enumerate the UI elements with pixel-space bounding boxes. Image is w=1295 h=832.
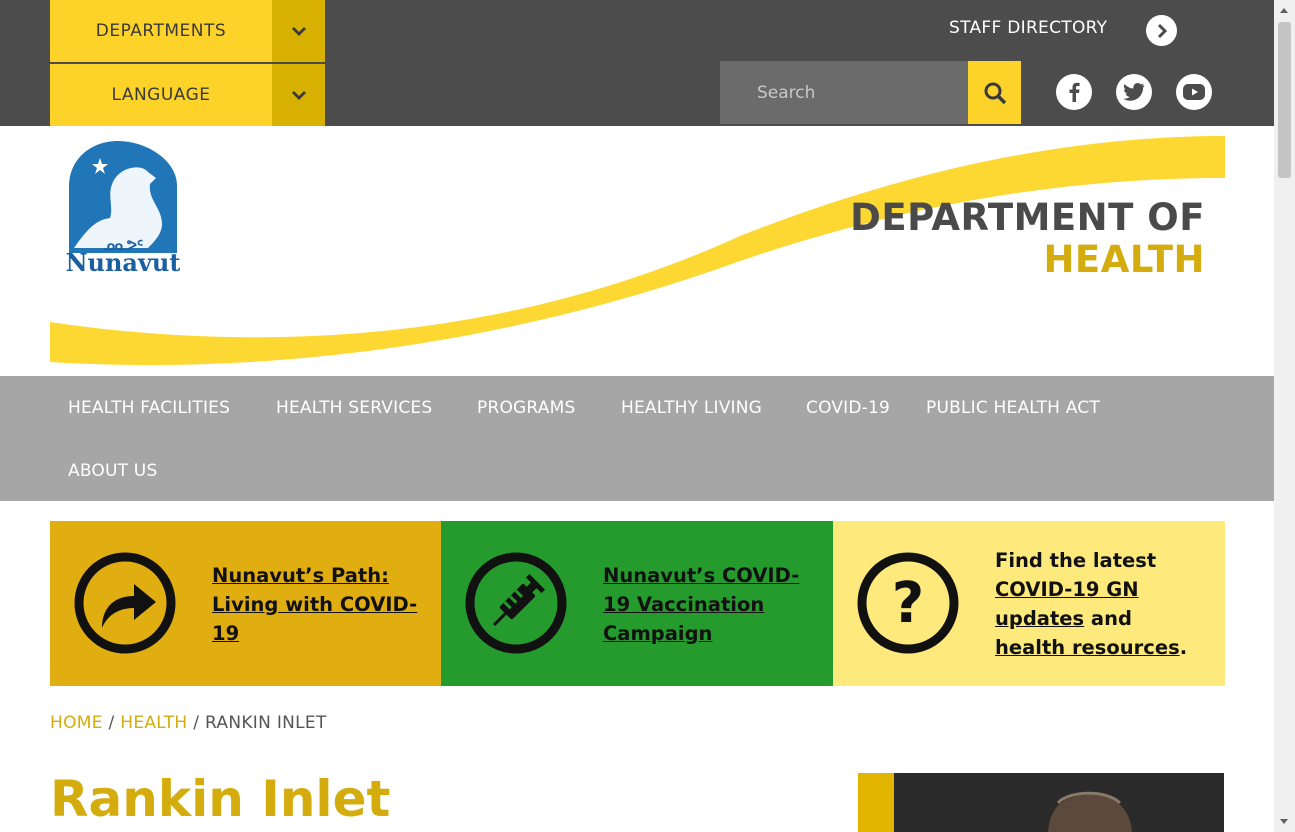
search-input[interactable]: [720, 61, 968, 124]
promo-vaccination-text: Nunavut’s COVID-19 Vaccination Campaign: [603, 561, 813, 648]
promo-latest-tile: ? Find the latest COVID-19 GN updates an…: [833, 521, 1225, 686]
nav-item-health-facilities[interactable]: HEALTH FACILITIES: [68, 398, 230, 418]
page-scrollbar[interactable]: [1274, 0, 1295, 832]
nav-item-covid-19[interactable]: COVID-19: [806, 398, 890, 418]
syringe-icon: [465, 552, 567, 654]
latest-prefix: Find the latest: [995, 549, 1157, 572]
vaccination-campaign-link[interactable]: Nunavut’s COVID-19 Vaccination Campaign: [603, 564, 799, 645]
scroll-up-arrow-icon[interactable]: [1280, 8, 1288, 13]
language-label: LANGUAGE: [111, 85, 211, 105]
language-dropdown[interactable]: LANGUAGE: [50, 64, 325, 126]
breadcrumb-health-link[interactable]: HEALTH: [120, 713, 187, 733]
scrollbar-thumb[interactable]: [1278, 22, 1291, 178]
chevron-down-icon[interactable]: [272, 0, 325, 62]
nav-item-health-services[interactable]: HEALTH SERVICES: [276, 398, 432, 418]
search-icon: [984, 82, 1006, 104]
latest-and: and: [1090, 607, 1132, 630]
main-nav: HEALTH FACILITIES HEALTH SERVICES PROGRA…: [0, 376, 1274, 501]
promo-vaccination-tile: Nunavut’s COVID-19 Vaccination Campaign: [441, 521, 833, 686]
promo-latest-text: Find the latest COVID-19 GN updates and …: [995, 546, 1195, 662]
breadcrumb-separator: /: [193, 713, 200, 733]
nav-item-programs[interactable]: PROGRAMS: [477, 398, 575, 418]
latest-period: .: [1179, 636, 1188, 659]
top-bar: DEPARTMENTS LANGUAGE STAFF DIRECTORY: [0, 0, 1274, 126]
logo-text: Nunavut: [66, 248, 180, 276]
nunavut-logo: ᓄᓇᕗᑦ Nunavut: [66, 141, 180, 276]
department-title-line2: HEALTH: [1043, 238, 1205, 281]
breadcrumb-current: RANKIN INLET: [204, 713, 327, 733]
health-resources-link[interactable]: health resources: [995, 636, 1180, 659]
path-living-covid-link[interactable]: Nunavut’s Path: Living with COVID-19: [212, 564, 417, 645]
twitter-icon[interactable]: [1116, 74, 1152, 110]
rankin-inlet-photo: [858, 773, 1224, 832]
promo-path-text: Nunavut’s Path: Living with COVID-19: [212, 561, 422, 648]
nav-item-healthy-living[interactable]: HEALTHY LIVING: [621, 398, 762, 418]
promo-path-tile: Nunavut’s Path: Living with COVID-19: [50, 521, 442, 686]
share-arrow-icon: [74, 552, 176, 654]
chevron-down-icon[interactable]: [272, 64, 325, 126]
departments-dropdown[interactable]: DEPARTMENTS: [50, 0, 325, 62]
question-mark-icon: ?: [857, 552, 959, 654]
youtube-icon[interactable]: [1176, 74, 1212, 110]
nav-item-about-us[interactable]: ABOUT US: [68, 461, 157, 481]
photo-image: [1048, 791, 1132, 832]
svg-text:?: ?: [892, 571, 924, 636]
facebook-icon[interactable]: [1056, 74, 1092, 110]
breadcrumb-separator: /: [108, 713, 115, 733]
scroll-down-arrow-icon[interactable]: [1280, 819, 1288, 824]
search-button[interactable]: [968, 61, 1021, 124]
nav-item-public-health-act[interactable]: PUBLIC HEALTH ACT: [926, 398, 1100, 418]
chevron-right-icon[interactable]: [1146, 15, 1177, 46]
breadcrumb: HOME / HEALTH / RANKIN INLET: [50, 713, 327, 733]
page-title: Rankin Inlet: [50, 770, 391, 828]
breadcrumb-home-link[interactable]: HOME: [50, 713, 103, 733]
departments-label: DEPARTMENTS: [95, 21, 227, 41]
department-title-line1: DEPARTMENT OF: [850, 196, 1205, 239]
staff-directory-link[interactable]: STAFF DIRECTORY: [949, 18, 1107, 38]
